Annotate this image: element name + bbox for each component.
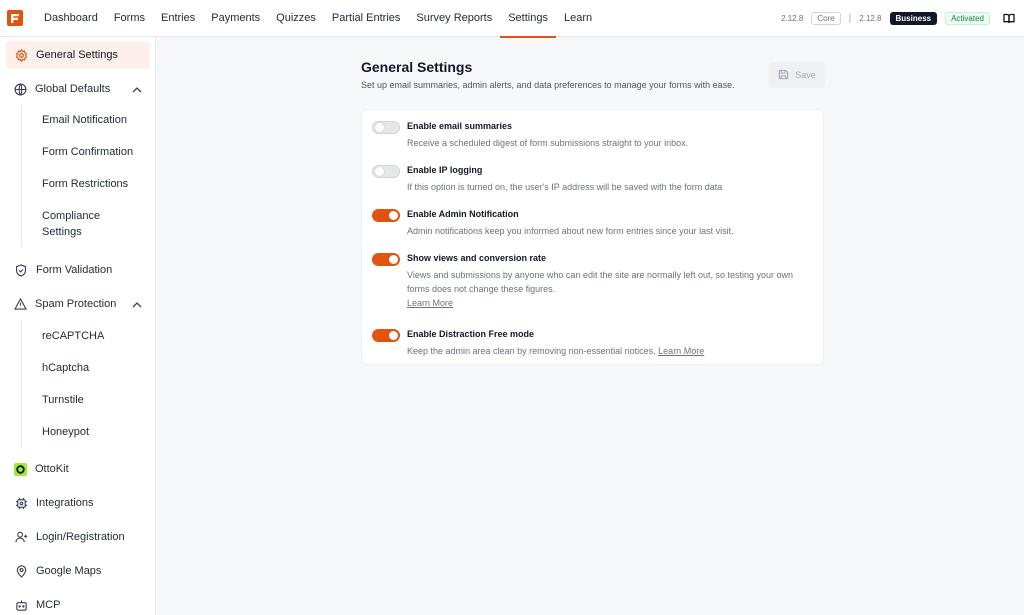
- learn-more-link[interactable]: Learn More: [407, 298, 453, 308]
- email-summaries-toggle[interactable]: [372, 121, 400, 134]
- setting-description-text: Views and submissions by anyone who can …: [407, 270, 794, 294]
- shield-check-icon: [14, 263, 28, 277]
- setting-title: Enable email summaries: [407, 121, 513, 131]
- sidebar-item-label: Integrations: [36, 497, 94, 509]
- sidebar-subitem-email-notification[interactable]: Email Notification: [42, 112, 127, 128]
- setting-description-text: Keep the admin area clean by removing no…: [407, 346, 656, 356]
- sidebar-item-label: Form Validation: [36, 264, 113, 276]
- nav-dashboard[interactable]: Dashboard: [36, 0, 106, 37]
- core-version: 2.12.8: [781, 14, 804, 23]
- nav-entries[interactable]: Entries: [153, 0, 203, 37]
- sidebar-subitem-form-restrictions[interactable]: Form Restrictions: [42, 176, 128, 192]
- distraction-free-toggle[interactable]: [372, 329, 400, 342]
- setting-description: Receive a scheduled digest of form submi…: [407, 138, 689, 148]
- setting-description: If this option is turned on, the user's …: [407, 182, 723, 192]
- activated-badge: Activated: [945, 12, 990, 25]
- sidebar-item-general-settings[interactable]: General Settings: [6, 41, 150, 69]
- business-badge: Business: [889, 12, 938, 25]
- setting-description: Views and submissions by anyone who can …: [407, 268, 817, 310]
- save-icon: [778, 69, 789, 82]
- version-info: 2.12.8 Core | 2.12.8 Business Activated: [781, 0, 1016, 37]
- sidebar-subitem-form-confirmation[interactable]: Form Confirmation: [42, 144, 133, 160]
- sidebar-item-form-validation[interactable]: Form Validation: [6, 256, 150, 284]
- setting-title: Enable Admin Notification: [407, 209, 519, 219]
- user-plus-icon: [14, 530, 28, 544]
- submenu-divider: [21, 320, 22, 448]
- sidebar-subitem-hcaptcha[interactable]: hCaptcha: [42, 360, 89, 376]
- submenu-divider: [21, 105, 22, 245]
- nav-settings[interactable]: Settings: [500, 0, 556, 38]
- integrations-icon: [14, 496, 28, 510]
- setting-title: Enable IP logging: [407, 165, 483, 175]
- sidebar-item-label: OttoKit: [35, 463, 69, 475]
- sidebar-item-mcp[interactable]: MCP: [6, 591, 150, 615]
- top-nav-bar: Dashboard Forms Entries Payments Quizzes…: [0, 0, 1024, 38]
- nav-quizzes[interactable]: Quizzes: [268, 0, 324, 37]
- sidebar-item-label: Google Maps: [36, 565, 102, 577]
- nav-learn[interactable]: Learn: [556, 0, 600, 37]
- settings-card: Enable email summaries Receive a schedul…: [361, 109, 824, 365]
- nav-payments[interactable]: Payments: [203, 0, 268, 37]
- sidebar-subitem-honeypot[interactable]: Honeypot: [42, 424, 89, 440]
- sidebar-item-label: Spam Protection: [35, 298, 117, 310]
- admin-notification-toggle[interactable]: [372, 209, 400, 222]
- setting-description: Keep the admin area clean by removing no…: [407, 344, 817, 358]
- nav-forms[interactable]: Forms: [106, 0, 153, 37]
- save-button-label: Save: [795, 70, 816, 80]
- setting-description: Admin notifications keep you informed ab…: [407, 226, 734, 236]
- setting-title: Enable Distraction Free mode: [407, 329, 535, 339]
- chevron-up-icon[interactable]: [132, 84, 142, 96]
- globe-icon: [13, 82, 27, 96]
- sidebar-item-ottokit[interactable]: OttoKit: [6, 455, 150, 483]
- robot-icon: [14, 598, 28, 612]
- main-content: General Settings Set up email summaries,…: [157, 37, 1024, 615]
- sidebar-subitem-compliance-settings[interactable]: Compliance Settings: [42, 208, 122, 240]
- sidebar-subitem-turnstile[interactable]: Turnstile: [42, 392, 84, 408]
- nav-survey-reports[interactable]: Survey Reports: [408, 0, 500, 37]
- sidebar-item-label: Login/Registration: [36, 531, 125, 543]
- version-separator: |: [848, 13, 852, 24]
- warning-triangle-icon: [13, 297, 27, 311]
- ip-logging-toggle[interactable]: [372, 165, 400, 178]
- page-description: Set up email summaries, admin alerts, an…: [361, 80, 735, 90]
- page-title: General Settings: [361, 59, 473, 75]
- chevron-up-icon[interactable]: [132, 299, 142, 311]
- map-pin-icon: [14, 564, 28, 578]
- sidebar-item-label: General Settings: [36, 49, 118, 61]
- sidebar-subitem-recaptcha[interactable]: reCAPTCHA: [42, 328, 104, 344]
- save-button[interactable]: Save: [769, 62, 825, 88]
- business-version: 2.12.8: [859, 14, 882, 23]
- nav-partial-entries[interactable]: Partial Entries: [324, 0, 408, 37]
- book-icon[interactable]: [1002, 12, 1016, 26]
- core-badge: Core: [811, 12, 841, 25]
- setting-title: Show views and conversion rate: [407, 253, 547, 263]
- sureforms-logo-icon[interactable]: [7, 10, 23, 26]
- sidebar-item-google-maps[interactable]: Google Maps: [6, 557, 150, 585]
- ottokit-logo-icon: [13, 462, 27, 476]
- sidebar-item-global-defaults[interactable]: Global Defaults: [6, 75, 150, 103]
- main-nav: Dashboard Forms Entries Payments Quizzes…: [36, 0, 600, 38]
- sidebar-item-label: MCP: [36, 599, 61, 611]
- settings-sidebar: General Settings Global Defaults Email N…: [0, 37, 156, 615]
- sidebar-item-integrations[interactable]: Integrations: [6, 489, 150, 517]
- sidebar-item-spam-protection[interactable]: Spam Protection: [6, 290, 150, 318]
- gear-icon: [14, 48, 28, 62]
- sidebar-item-login-registration[interactable]: Login/Registration: [6, 523, 150, 551]
- learn-more-link[interactable]: Learn More: [658, 346, 704, 356]
- sidebar-item-label: Global Defaults: [35, 83, 111, 95]
- views-conversion-toggle[interactable]: [372, 253, 400, 266]
